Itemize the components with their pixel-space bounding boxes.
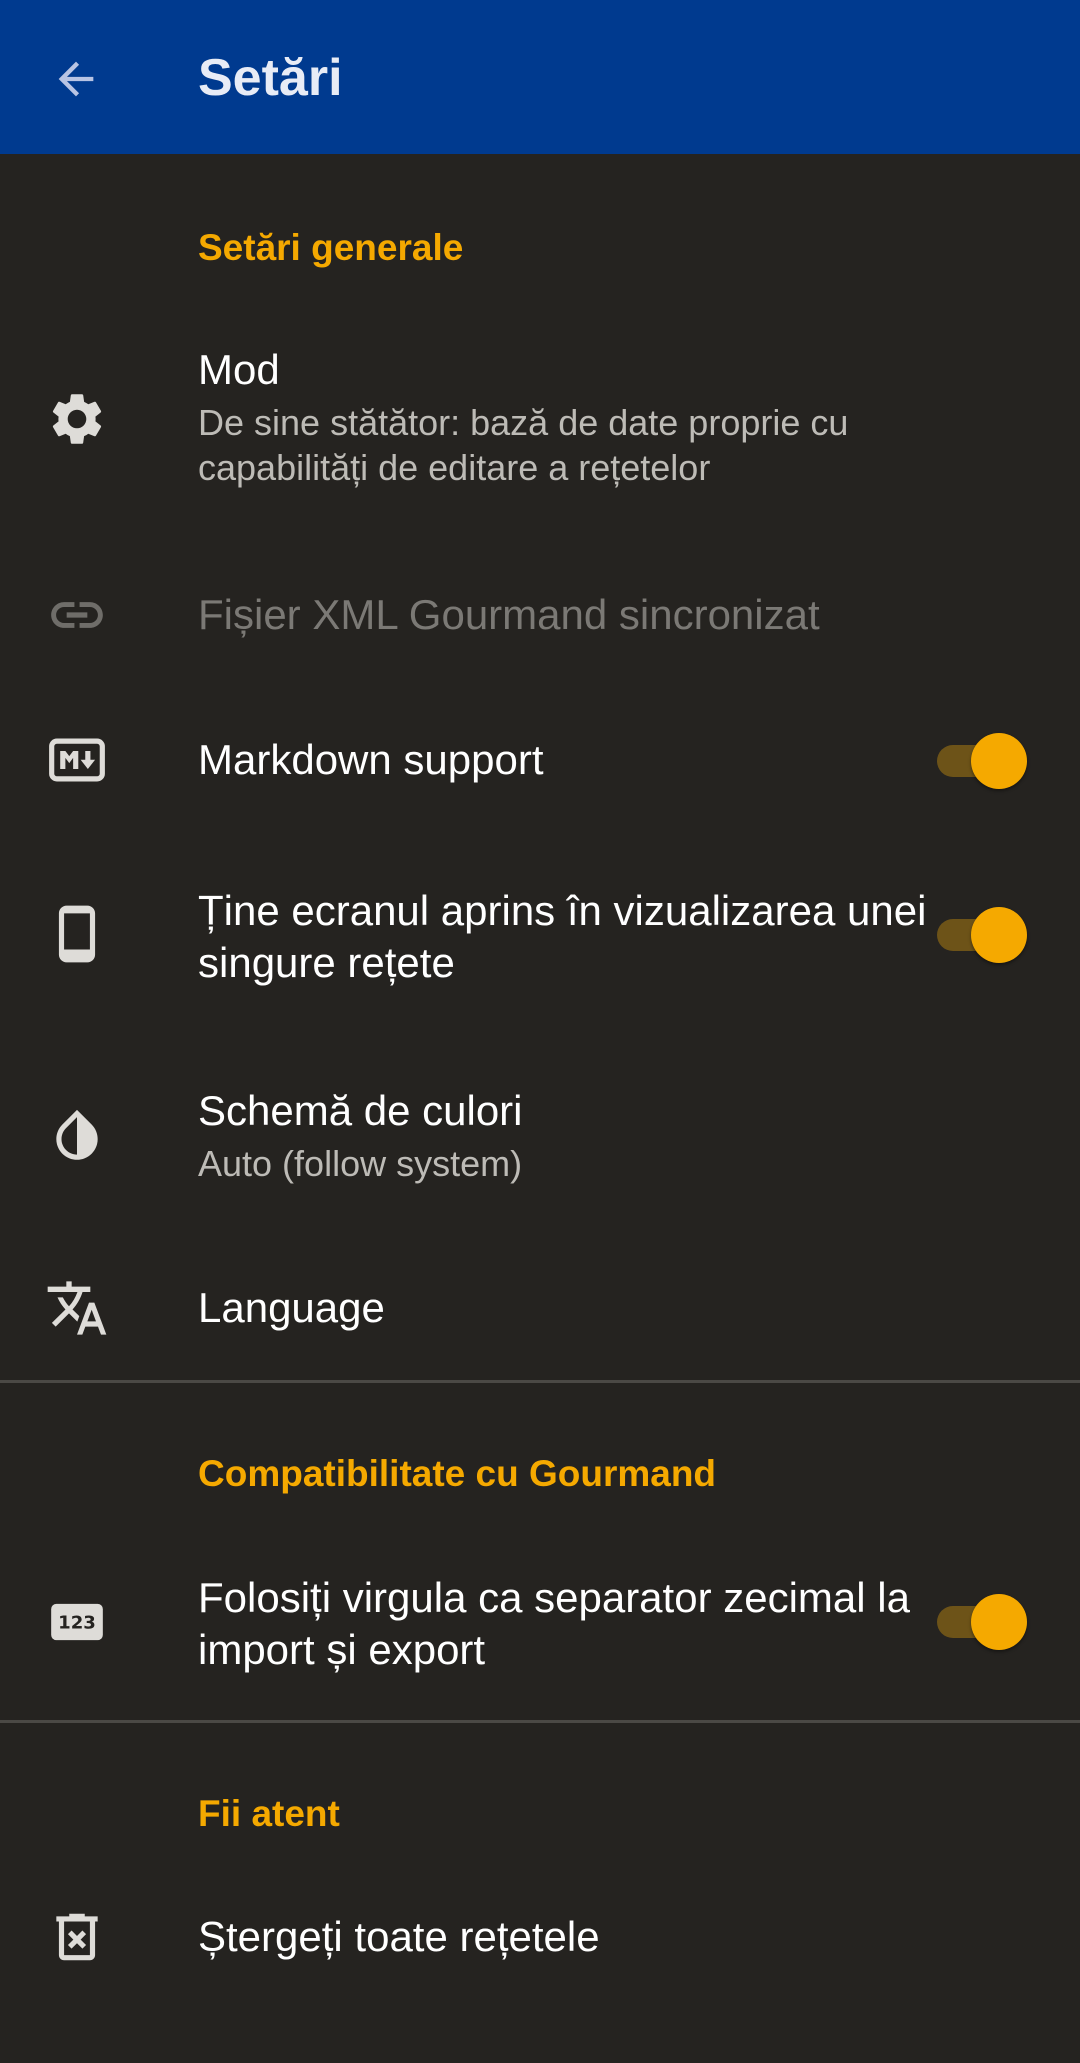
back-button[interactable] xyxy=(36,39,116,119)
gear-icon xyxy=(40,382,114,456)
keep-screen-on-toggle[interactable] xyxy=(937,904,1027,964)
setting-keep-screen-on[interactable]: Ține ecranul aprins în vizualizarea unei… xyxy=(0,880,1080,990)
section-header-general: Setări generale xyxy=(198,227,464,268)
setting-color-scheme-subtitle: Auto (follow system) xyxy=(198,1143,523,1184)
trash-icon xyxy=(40,1900,114,1974)
numbers-123-icon: 123 xyxy=(40,1585,114,1659)
setting-markdown[interactable]: Markdown support xyxy=(0,720,1080,800)
phone-icon xyxy=(40,897,114,971)
setting-color-scheme[interactable]: Schemă de culori Auto (follow system) xyxy=(0,1080,1080,1190)
setting-decimal-comma-title: Folosiți virgula ca separator zecimal la… xyxy=(198,1574,910,1673)
page-title: Setări xyxy=(198,49,343,107)
translate-icon xyxy=(40,1271,114,1345)
section-header-compat: Compatibilitate cu Gourmand xyxy=(198,1453,717,1494)
toggle-thumb xyxy=(971,733,1027,789)
section-header-danger: Fii atent xyxy=(198,1793,340,1834)
setting-delete-all[interactable]: Ștergeți toate rețetele xyxy=(0,1897,1080,1977)
setting-decimal-comma[interactable]: 123 Folosiți virgula ca separator zecima… xyxy=(0,1567,1080,1677)
setting-synced-file: Fișier XML Gourmand sincronizat xyxy=(0,575,1080,655)
setting-keep-screen-on-title: Ține ecranul aprins în vizualizarea unei… xyxy=(198,887,927,986)
app-bar: Setări xyxy=(0,0,1080,154)
setting-markdown-title: Markdown support xyxy=(198,736,544,783)
toggle-thumb xyxy=(971,1594,1027,1650)
setting-language-title: Language xyxy=(198,1284,385,1331)
setting-synced-file-title: Fișier XML Gourmand sincronizat xyxy=(198,591,820,638)
svg-text:123: 123 xyxy=(58,1613,96,1634)
setting-delete-all-title: Ștergeți toate rețetele xyxy=(198,1913,600,1960)
link-icon xyxy=(40,578,114,652)
setting-mode[interactable]: Mod De sine stătător: bază de date propr… xyxy=(0,330,1080,510)
setting-color-scheme-title: Schemă de culori xyxy=(198,1087,523,1134)
section-divider xyxy=(0,1720,1080,1723)
markdown-toggle[interactable] xyxy=(937,730,1027,790)
contrast-drop-icon xyxy=(40,1098,114,1172)
setting-mode-title: Mod xyxy=(198,346,280,393)
setting-language[interactable]: Language xyxy=(0,1268,1080,1348)
toggle-thumb xyxy=(971,907,1027,963)
setting-mode-subtitle: De sine stătător: bază de date proprie c… xyxy=(198,402,849,488)
markdown-icon xyxy=(40,723,114,797)
decimal-comma-toggle[interactable] xyxy=(937,1591,1027,1651)
arrow-back-icon xyxy=(50,53,102,105)
section-divider xyxy=(0,1380,1080,1383)
